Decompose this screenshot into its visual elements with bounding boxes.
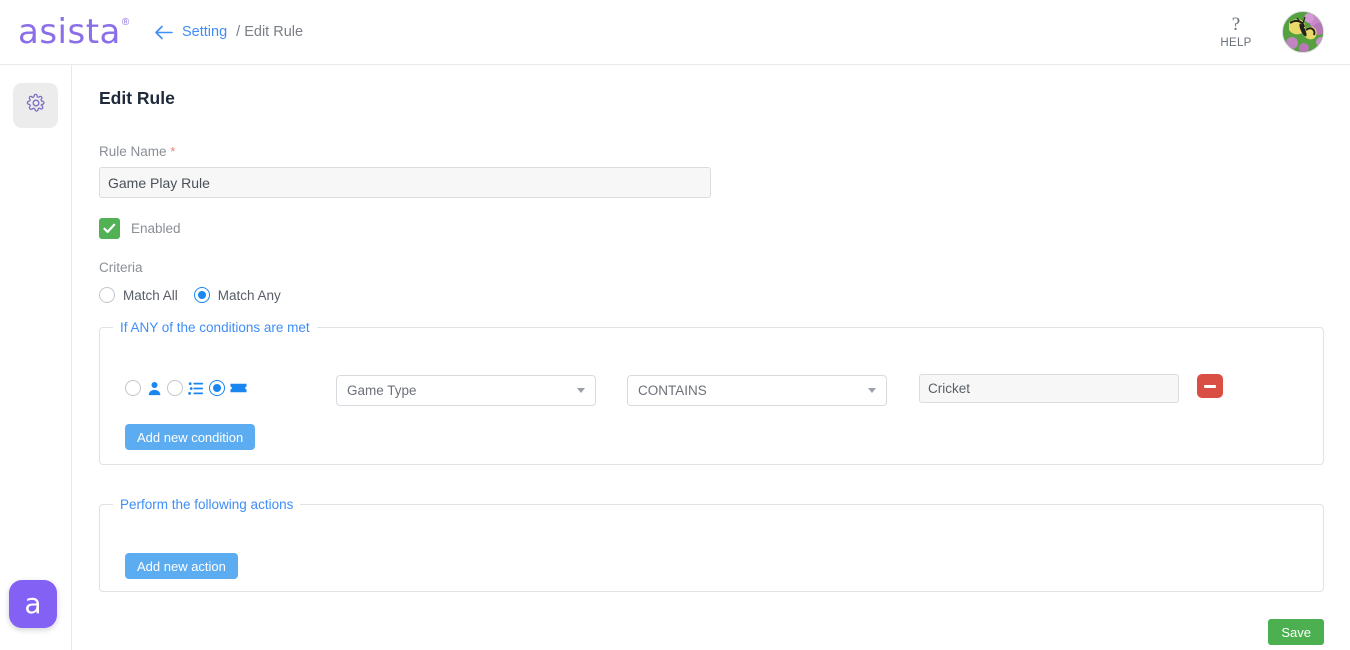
actions-legend: Perform the following actions [120, 497, 294, 512]
list-icon [187, 379, 205, 397]
asista-chat-icon: a [24, 587, 42, 620]
header-actions: ? HELP [1212, 11, 1350, 53]
criteria-option-match-any[interactable]: Match Any [193, 287, 281, 303]
radio-icon-match-any [193, 287, 210, 303]
chevron-down-icon [868, 388, 876, 393]
condition-operator-select[interactable]: CONTAINS [627, 375, 887, 406]
criteria-option-match-all-label: Match All [123, 287, 178, 303]
add-new-condition-button[interactable]: Add new condition [125, 424, 256, 450]
condition-type-option-ticket[interactable] [209, 379, 247, 397]
app-logo[interactable]: asista ® [0, 15, 145, 49]
criteria-option-match-any-label: Match Any [217, 287, 281, 303]
question-mark-icon: ? [1231, 14, 1241, 35]
logo-text: asista [18, 12, 121, 52]
help-label: HELP [1220, 37, 1252, 49]
conditions-fieldset: If ANY of the conditions are met Game Ty… [99, 320, 1324, 465]
condition-operator-select-value: CONTAINS [638, 383, 707, 398]
page-title: Edit Rule [99, 88, 175, 108]
left-rail [0, 65, 72, 650]
help-button[interactable]: ? HELP [1212, 15, 1260, 49]
rule-name-label-text: Rule Name [99, 144, 167, 159]
breadcrumb-link-setting[interactable]: Setting [182, 24, 227, 40]
criteria-label: Criteria [99, 260, 143, 275]
minus-circle-icon [1204, 384, 1216, 388]
condition-field-select-value: Game Type [347, 383, 417, 398]
registered-trademark-icon: ® [121, 17, 130, 28]
enabled-row: Enabled [99, 218, 181, 239]
rule-name-label: Rule Name * [99, 144, 175, 159]
settings-rail-button[interactable] [13, 83, 58, 128]
ticket-icon [229, 379, 247, 397]
arrow-left-icon[interactable] [153, 22, 173, 42]
conditions-legend: If ANY of the conditions are met [120, 320, 310, 335]
actions-fieldset: Perform the following actions Add new ac… [99, 497, 1324, 592]
save-button[interactable]: Save [1268, 619, 1324, 645]
remove-condition-button[interactable] [1197, 374, 1223, 398]
condition-type-option-person[interactable] [125, 379, 163, 397]
criteria-option-match-all[interactable]: Match All [99, 287, 178, 303]
gear-icon [26, 93, 46, 118]
radio-icon-ticket [209, 380, 225, 396]
breadcrumb-current-edit-rule: / Edit Rule [236, 24, 304, 40]
enabled-checkbox[interactable] [99, 218, 120, 239]
chevron-down-icon [577, 388, 585, 393]
required-marker: * [170, 144, 176, 159]
breadcrumb: Setting / Edit Rule [153, 22, 303, 42]
chat-widget-button[interactable]: a [9, 580, 57, 628]
rule-name-input[interactable] [99, 167, 711, 198]
condition-type-radio-group [125, 379, 247, 397]
enabled-label: Enabled [131, 221, 181, 236]
main-content: Edit Rule Rule Name * Enabled Criteria M… [73, 65, 1350, 650]
condition-row: Game Type CONTAINS [100, 371, 1323, 411]
condition-field-select[interactable]: Game Type [336, 375, 596, 406]
criteria-radio-group: Match All Match Any [99, 287, 281, 303]
condition-value-input[interactable] [919, 374, 1179, 403]
radio-icon-match-all [99, 287, 115, 303]
app-header: asista ® Setting / Edit Rule ? HELP [0, 0, 1350, 65]
condition-type-option-list[interactable] [167, 379, 205, 397]
person-icon [145, 379, 163, 397]
radio-icon-person [125, 380, 141, 396]
avatar[interactable] [1282, 11, 1324, 53]
add-new-action-button[interactable]: Add new action [125, 553, 238, 579]
radio-icon-list [167, 380, 183, 396]
